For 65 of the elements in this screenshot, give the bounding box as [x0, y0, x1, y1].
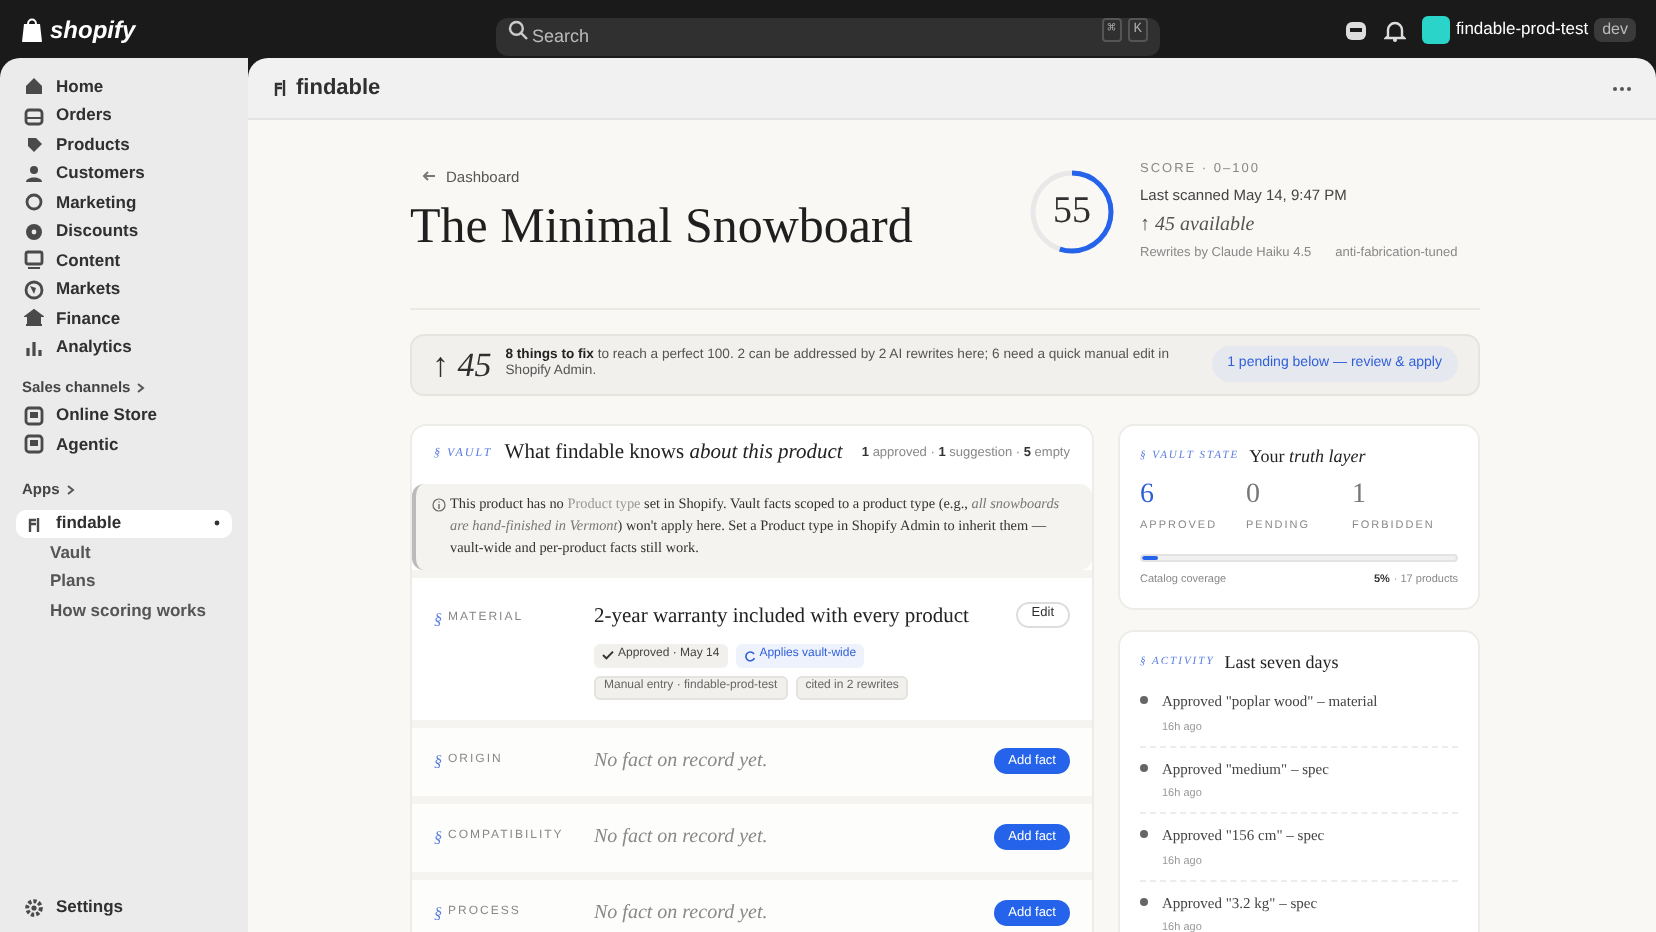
chevron-icon	[136, 381, 147, 394]
bullet-icon	[1140, 830, 1148, 839]
tag-icon	[24, 134, 44, 155]
settings-item[interactable]: Settings	[16, 894, 232, 920]
sidebar-item[interactable]: Vault	[16, 538, 232, 567]
info-icon	[432, 497, 446, 512]
sidebar-item[interactable]: Online Store	[16, 400, 232, 430]
page-title: The Minimal Snowboard	[410, 198, 915, 258]
card-title: Last seven days	[1224, 649, 1339, 676]
sidebar-item[interactable]: Products	[16, 130, 232, 159]
settings-icon	[24, 897, 44, 918]
empty-fact: No fact on record yet.	[594, 824, 770, 852]
sidebar-item[interactable]: Content	[16, 246, 232, 275]
store-name[interactable]: findable-prod-test	[1455, 16, 1589, 42]
storefront-icon	[24, 405, 44, 425]
dot-icon	[214, 520, 220, 527]
sidebar-item[interactable]: How scoring works	[16, 596, 232, 625]
more-icon	[1612, 85, 1632, 91]
points-gain: ↑ 45	[432, 343, 492, 387]
bullet-icon	[1140, 763, 1148, 772]
home-icon	[24, 76, 44, 97]
sidebar-item[interactable]: findable	[16, 509, 232, 538]
sidebar-item[interactable]: Finance	[16, 304, 232, 333]
stat-value: 6	[1140, 480, 1156, 513]
empty-fact: No fact on record yet.	[594, 900, 770, 928]
chevron-icon	[65, 483, 76, 496]
target-icon	[24, 192, 44, 213]
search-icon	[508, 20, 528, 40]
score-value: 55	[1051, 187, 1093, 236]
card-title: What findable knows about this product	[504, 440, 843, 469]
available-points: ↑ 45 available	[1140, 212, 1257, 240]
arrow-left-icon	[422, 170, 436, 183]
card-title: Your truth layer	[1249, 443, 1366, 470]
logo-text: shopify	[50, 13, 136, 47]
sidebar-item[interactable]: Customers	[16, 159, 232, 188]
app-title: findable	[296, 73, 381, 104]
check-icon	[602, 650, 614, 660]
sidebar-item[interactable]: Plans	[16, 567, 232, 596]
bullet-icon	[1140, 897, 1148, 906]
bar-chart-icon	[24, 337, 44, 358]
stat-value: 1	[1352, 480, 1368, 513]
stat-value: 0	[1246, 480, 1262, 513]
bank-icon	[24, 308, 44, 329]
sidebar-item[interactable]: Analytics	[16, 333, 232, 362]
badge-icon	[24, 221, 44, 242]
sidebar-item[interactable]: Home	[16, 72, 232, 101]
inbox-icon	[24, 105, 44, 126]
globe-icon	[24, 279, 44, 300]
refresh-icon	[743, 649, 756, 661]
shopping-bag-icon	[20, 15, 44, 43]
sidebar-item[interactable]: Orders	[16, 101, 232, 130]
bell-icon	[1383, 17, 1406, 41]
sidebar-item[interactable]: Discounts	[16, 217, 232, 246]
sidebar-item[interactable]: Agentic	[16, 429, 232, 459]
app-icon	[272, 78, 288, 98]
person-icon	[24, 163, 44, 184]
dev-badge: dev	[1594, 17, 1636, 41]
sidebar-item[interactable]: Marketing	[16, 188, 232, 217]
bullet-icon	[1140, 696, 1148, 705]
fact-value: 2-year warranty included with every product	[594, 603, 971, 632]
app-icon	[24, 513, 44, 534]
empty-fact: No fact on record yet.	[594, 748, 770, 776]
monitor-icon	[24, 250, 44, 271]
sidebar-item[interactable]: Markets	[16, 275, 232, 304]
store-avatar	[1421, 15, 1450, 43]
